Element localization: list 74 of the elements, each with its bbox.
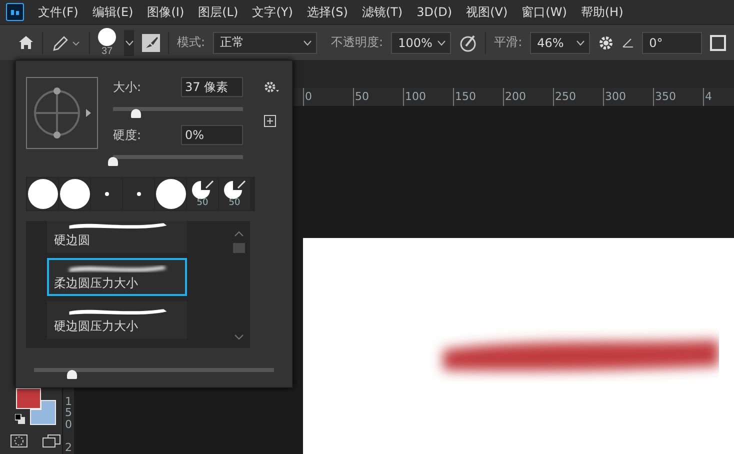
brush-preset-item[interactable]: 硬边圆压力大小 — [47, 301, 187, 339]
ruler-label: 150 — [64, 396, 73, 430]
hardness-field[interactable]: 0% — [181, 125, 243, 145]
dot-brush-tip-icon — [136, 192, 140, 196]
scrollbar-thumb[interactable] — [233, 243, 245, 253]
ruler-label: 200 — [503, 88, 553, 106]
scroll-down-icon[interactable] — [234, 334, 244, 340]
round-brush-tip-icon — [28, 179, 58, 209]
round-brush-tip-icon — [60, 179, 90, 209]
slider-thumb[interactable] — [67, 370, 78, 379]
mode-dropdown[interactable]: 正常 — [213, 32, 318, 54]
ruler-label: 2 — [64, 442, 73, 454]
canvas[interactable] — [303, 238, 734, 454]
app-logo[interactable] — [6, 3, 24, 21]
add-icon[interactable] — [264, 115, 276, 127]
menu-item[interactable]: 窗口(W) — [522, 4, 567, 20]
menu-item[interactable]: 图像(I) — [147, 4, 184, 20]
tip-size-label: 50 — [196, 199, 208, 208]
ruler-label: 300 — [603, 88, 653, 106]
brush-settings-icon[interactable] — [142, 34, 160, 52]
opacity-dropdown[interactable]: 100% — [391, 32, 452, 54]
menu-item[interactable]: 帮助(H) — [580, 4, 624, 20]
settings-icon[interactable] — [598, 34, 614, 50]
angle-field[interactable]: 0° — [642, 32, 702, 54]
menu-item[interactable]: 视图(V) — [466, 4, 508, 20]
ruler-label: 350 — [653, 88, 703, 106]
ruler-label: 50 — [353, 88, 403, 106]
size-field[interactable]: 37 像素 — [181, 77, 243, 97]
dropdown-toggle[interactable] — [124, 30, 134, 56]
brush-preset-item[interactable]: 硬边圆 — [47, 221, 187, 253]
ruler-label: 250 — [553, 88, 603, 106]
ruler-label: 150 — [453, 88, 503, 106]
screen-mode-icon[interactable] — [42, 434, 62, 448]
preset-name: 柔边圆压力大小 — [54, 275, 139, 292]
size-label: 大小: — [113, 78, 142, 96]
menu-item[interactable]: 文件(F) — [38, 4, 78, 20]
pressure-brush-tip-icon — [224, 180, 246, 199]
preset-name: 硬边圆 — [54, 232, 91, 249]
caret-icon — [437, 40, 446, 46]
preset-name: 硬边圆压力大小 — [54, 318, 139, 335]
pressure-brush-tip-icon — [192, 180, 214, 199]
caret-icon — [576, 40, 586, 46]
ruler-label: 0 — [303, 88, 353, 106]
slider-thumb[interactable] — [108, 157, 118, 166]
pencil-icon[interactable] — [51, 34, 81, 52]
tip-size-label: 50 — [228, 199, 240, 208]
brush-preset-item[interactable]: 柔边圆压力大小 — [47, 258, 187, 296]
ruler-label: 4 — [703, 88, 734, 106]
hardness-label: 硬度: — [113, 126, 142, 144]
menu-item[interactable]: 选择(S) — [306, 4, 348, 20]
ruler-label: 100 — [403, 88, 453, 106]
menu-item[interactable]: 编辑(E) — [92, 4, 134, 20]
menu-item[interactable]: 滤镜(T) — [362, 4, 403, 20]
menu-item[interactable]: 3D(D) — [416, 5, 452, 19]
default-colors-icon[interactable] — [15, 414, 25, 424]
angle-icon[interactable] — [622, 38, 634, 48]
airbrush-icon[interactable] — [459, 34, 478, 52]
settings-icon[interactable] — [264, 81, 280, 93]
menu-item[interactable]: 图层(L) — [198, 4, 238, 20]
caret-icon — [124, 40, 134, 46]
foreground-color-swatch[interactable] — [16, 388, 41, 409]
opacity-label: 不透明度: — [331, 34, 384, 51]
mode-label: 模式: — [177, 34, 206, 51]
scroll-up-icon[interactable] — [234, 231, 244, 237]
smoothing-label: 平滑: — [494, 34, 522, 51]
dot-brush-tip-icon — [104, 192, 108, 196]
home-icon[interactable] — [18, 35, 34, 50]
slider-thumb[interactable] — [131, 109, 142, 118]
quick-mask-icon[interactable] — [10, 434, 28, 448]
round-brush-tip-icon — [156, 179, 186, 209]
menu-item[interactable]: 文字(Y) — [252, 4, 293, 20]
smoothing-dropdown[interactable]: 46% — [530, 32, 590, 54]
caret-icon — [303, 40, 312, 46]
brush-angle-preview[interactable] — [26, 77, 98, 149]
